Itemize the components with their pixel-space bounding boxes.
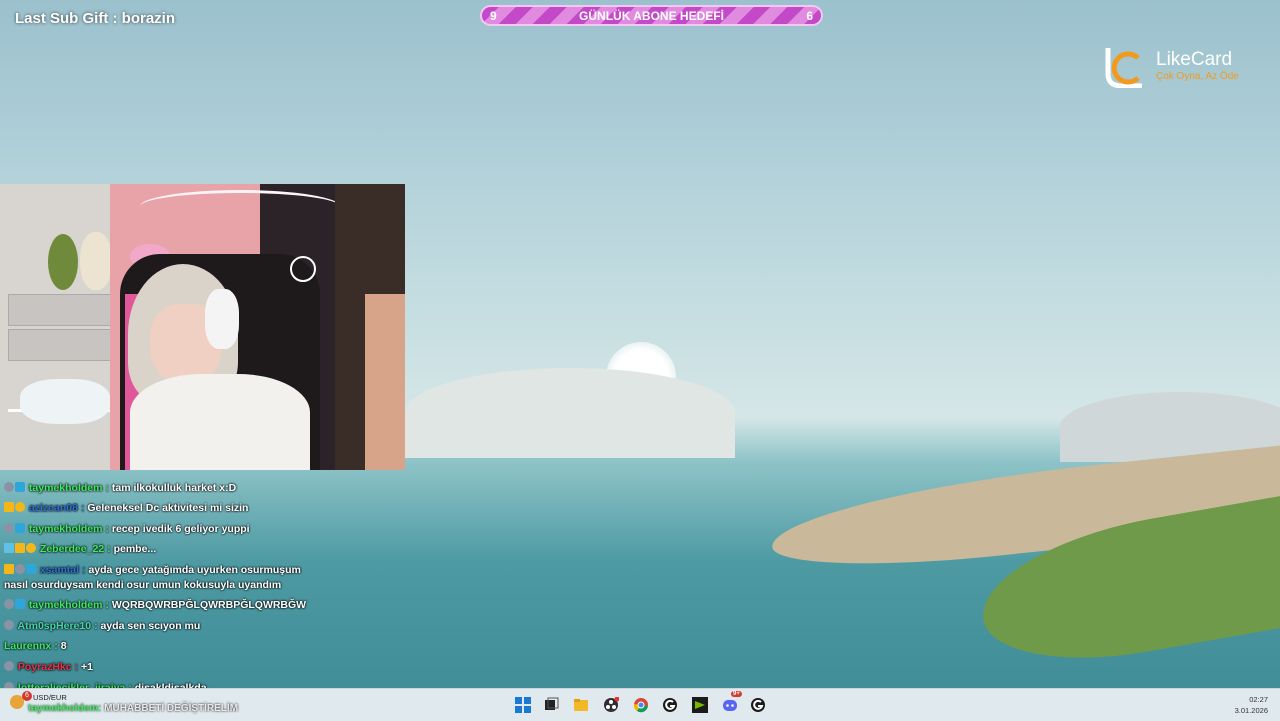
discord-badge: 9+ — [731, 691, 742, 697]
avocado-plush — [48, 234, 78, 290]
crown-icon — [4, 502, 14, 512]
chat-username: Atm0spHere10 — [17, 620, 92, 632]
moon-icon — [4, 482, 14, 492]
moon-icon — [4, 523, 14, 533]
discord-icon[interactable]: 9+ — [722, 691, 742, 713]
clock-date: 3.01.2026 — [1234, 706, 1268, 715]
chrome-icon[interactable] — [633, 697, 649, 713]
widget-badge: 6 — [22, 691, 32, 701]
bunny-plush — [80, 232, 112, 290]
obs-icon[interactable] — [603, 697, 619, 713]
reward-username: taymekholdem — [28, 703, 99, 714]
crown-icon — [4, 564, 14, 574]
chat-text: ayda sen scıyon mu — [100, 620, 201, 632]
chat-message: xsamtal: ayda gece yatağımda uyurken osu… — [4, 563, 301, 577]
likecard-logo: LikeCard Çok Oyna, Az Öde — [1100, 42, 1260, 92]
logo-tagline: Çok Oyna, Az Öde — [1156, 71, 1239, 82]
chat-text: pembe... — [113, 543, 157, 555]
cube-icon — [15, 482, 25, 492]
chat-username: taymekholdem — [28, 482, 103, 494]
sub-goal-title: GÜNLÜK ABONE HEDEFİ — [579, 9, 724, 23]
chat-username: PoyrazHkc — [17, 661, 72, 673]
chat-username: taymekholdem — [28, 599, 103, 611]
logo-name: LikeCard — [1156, 49, 1233, 70]
nvidia-icon[interactable] — [692, 697, 708, 713]
chat-text: 8 — [60, 640, 67, 652]
chat-message: Zeberdee_22: pembe... — [4, 542, 156, 556]
chat-text: +1 — [81, 661, 94, 673]
chat-username: azizcan08 — [28, 502, 78, 514]
coin-icon — [15, 502, 25, 512]
chat-username: xsamtal — [39, 564, 80, 576]
task-view-icon[interactable] — [543, 697, 559, 713]
chat-message: azizcan08: Geleneksel Dc aktivitesi mi s… — [4, 501, 248, 515]
cube-icon — [26, 564, 36, 574]
channel-reward-line: taymekholdem: MUHABBETİ DEĞİŞTİRELİM — [28, 703, 239, 714]
cloud-lamp — [20, 379, 110, 424]
chat-username: Zeberdee_22 — [39, 543, 105, 555]
app-g-icon[interactable] — [662, 697, 678, 713]
moon-icon — [15, 564, 25, 574]
moon-icon — [4, 620, 14, 630]
sub-goal-bar: 9 GÜNLÜK ABONE HEDEFİ 6 — [480, 5, 823, 26]
likecard-logo-icon — [1105, 48, 1142, 88]
ring-light — [290, 256, 316, 282]
chat-message: taymekholdem: recep ivedik 6 geliyor yup… — [4, 522, 250, 536]
windows-start-icon[interactable] — [515, 697, 531, 713]
moon-icon — [4, 661, 14, 671]
sword-icon — [4, 543, 14, 553]
chat-username: taymekholdem — [28, 523, 103, 535]
app-g2-icon[interactable] — [750, 697, 766, 713]
chat-text: WQRBQWRBPĞLQWRBPĞLQWRBĞW — [111, 599, 307, 611]
chat-text: tam ilkokulluk harket x:D — [111, 482, 237, 494]
wallpaper-hill-left — [405, 368, 735, 458]
system-clock[interactable]: 02:27 3.01.2026 — [1235, 694, 1268, 716]
chat-message: Atm0spHere10: ayda sen scıyon mu — [4, 619, 200, 633]
moon-icon — [4, 599, 14, 609]
webcam-feed — [0, 184, 405, 470]
chat-text: ayda gece yatağımda uyurken osurmuşum — [88, 564, 301, 576]
taskbar: 6 USD/EUR taymekholdem: MUHABBETİ DEĞİŞT… — [0, 688, 1280, 721]
chat-message: taymekholdem: tam ilkokulluk harket x:D — [4, 481, 236, 495]
chat-message-continuation: nasıl osurduysam kendi osur umun kokusuy… — [4, 578, 281, 592]
chat-message: taymekholdem: WQRBQWRBPĞLQWRBPĞLQWRBĞW — [4, 598, 306, 612]
file-explorer-icon[interactable] — [573, 697, 589, 713]
cube-icon — [15, 523, 25, 533]
chat-text: nasıl osurduysam kendi osur umun kokusuy… — [4, 579, 282, 591]
crown-icon — [15, 543, 25, 553]
neon-light — [140, 190, 340, 223]
reward-text: MUHABBETİ DEĞİŞTİRELİM — [104, 703, 239, 714]
chat-text: Geleneksel Dc aktivitesi mi sizin — [87, 502, 249, 514]
chat-message: Laurennx: 8 — [4, 640, 67, 652]
chat-text: recep ivedik 6 geliyor yuppi — [111, 523, 250, 535]
currency-widget-label[interactable]: USD/EUR — [33, 693, 67, 702]
coin-icon — [26, 543, 36, 553]
clock-time: 02:27 — [1249, 695, 1268, 704]
headphones — [205, 289, 239, 349]
last-sub-gift-label: Last Sub Gift : borazin — [15, 10, 175, 27]
cube-icon — [15, 599, 25, 609]
chat-message: PoyrazHkc: +1 — [4, 660, 93, 674]
chat-username: Laurennx — [4, 640, 52, 652]
